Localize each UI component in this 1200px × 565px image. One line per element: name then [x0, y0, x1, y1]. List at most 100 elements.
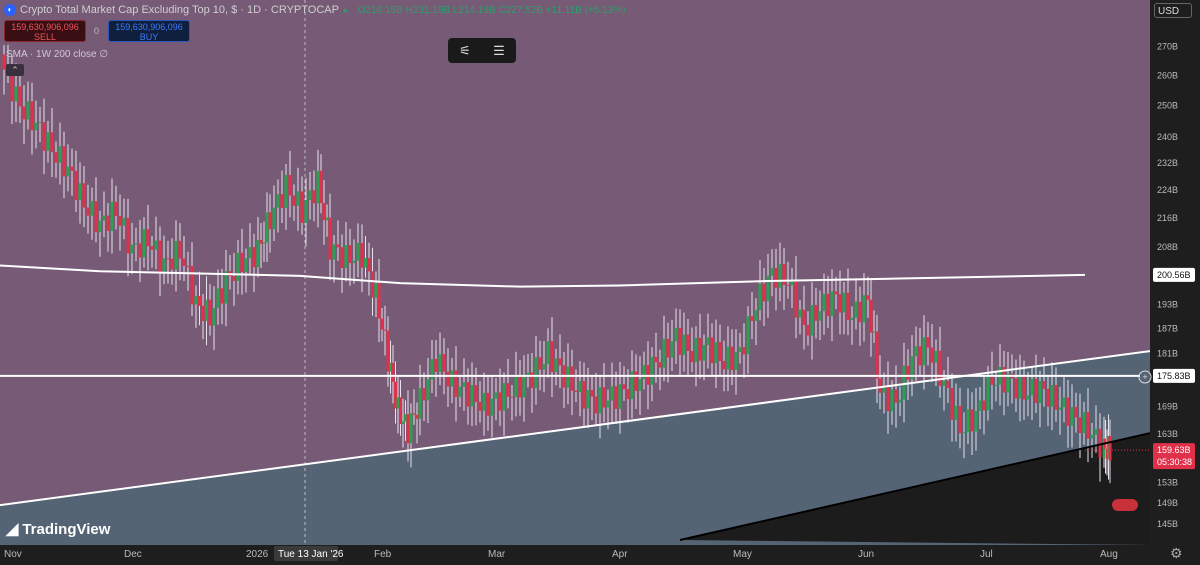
candle-body: [352, 260, 356, 264]
candle-body: [578, 380, 582, 393]
candle-body: [102, 215, 106, 221]
candle-body: [288, 175, 292, 196]
candle-body: [262, 242, 266, 244]
candle-body: [934, 350, 938, 363]
candle-body: [1014, 378, 1018, 399]
candle-body: [1058, 407, 1062, 410]
settings-gear-icon[interactable]: ⚙: [1170, 545, 1183, 562]
time-axis[interactable]: [0, 545, 1150, 565]
candle-body: [822, 293, 826, 312]
candle-body: [94, 201, 98, 233]
candle-body: [678, 327, 682, 355]
symbol-title[interactable]: Crypto Total Market Cap Excluding Top 10…: [20, 4, 339, 16]
candle-body: [862, 295, 866, 323]
candle-body: [898, 399, 902, 403]
ohlc-close: C227.52B: [498, 4, 543, 16]
candle-body: [276, 194, 280, 208]
buy-button[interactable]: 159,630,906,096 BUY: [108, 20, 190, 42]
candle-body: [336, 244, 340, 248]
time-axis-tick: Nov: [4, 549, 22, 560]
currency-selector[interactable]: USD: [1154, 3, 1192, 18]
candle-body: [902, 365, 906, 400]
candle-body: [810, 305, 814, 336]
sell-button[interactable]: 159,630,906,096 SELL: [4, 20, 86, 42]
candle-body: [918, 346, 922, 366]
candle-body: [1034, 378, 1038, 404]
candle-body: [114, 201, 118, 217]
candle-body: [154, 240, 158, 250]
candle-body: [26, 101, 30, 120]
price-axis-tick: 200.56B: [1157, 270, 1191, 280]
candle-body: [118, 216, 122, 226]
candle-body: [98, 220, 102, 233]
candle-body: [778, 264, 782, 288]
candle-body: [360, 242, 364, 268]
price-axis-tick: 232B: [1157, 158, 1178, 168]
time-axis-tick: Mar: [488, 549, 506, 560]
candle-body: [1108, 435, 1112, 461]
candle-body: [319, 170, 323, 204]
economic-events-icon[interactable]: [1112, 499, 1138, 511]
candle-body: [690, 350, 694, 363]
sell-price: 159,630,906,096: [11, 22, 79, 32]
drawing-toolbar[interactable]: ⚟ ☰: [448, 38, 516, 63]
candle-body: [224, 271, 228, 304]
candle-body: [248, 247, 252, 259]
settings-sliders-icon[interactable]: ⚟: [459, 43, 471, 59]
candle-body: [454, 370, 458, 397]
price-axis-tick: 153B: [1157, 478, 1178, 488]
collapse-legend-icon[interactable]: ⌃: [6, 64, 24, 76]
price-chart[interactable]: 270B 260B 250B 240B 232B 224B 216B 208B 200.56B 1…: [0, 0, 1200, 565]
candle-body: [850, 317, 854, 320]
candle-body: [412, 413, 416, 415]
candle-body: [1074, 406, 1078, 418]
candle-body: [986, 375, 990, 411]
candle-body: [814, 305, 818, 321]
candle-body: [201, 305, 205, 322]
candle-body: [942, 380, 946, 386]
candle-body: [418, 388, 422, 419]
candle-body: [466, 382, 470, 407]
candle-body: [654, 356, 658, 363]
candle-body: [367, 258, 371, 272]
candle-body: [399, 397, 402, 425]
time-axis-tick: Jun: [858, 549, 874, 560]
indicator-legend[interactable]: SMA · 1W 200 close ∅: [6, 49, 108, 60]
candle-body: [170, 258, 174, 270]
tradingview-logo[interactable]: ◢ TradingView: [6, 519, 110, 539]
candle-body: [782, 264, 786, 285]
candle-body: [686, 334, 690, 351]
candle-body: [146, 229, 150, 247]
candle-body: [838, 294, 842, 313]
candle-body: [610, 386, 614, 401]
candle-body: [498, 392, 502, 411]
brand-name: TradingView: [22, 520, 111, 538]
candle-body: [674, 327, 678, 342]
candle-body: [1070, 406, 1074, 426]
candle-body: [240, 252, 244, 273]
time-axis-tick: Tue 13 Jan '26: [278, 549, 344, 560]
candle-body: [272, 207, 276, 230]
candle-body: [380, 318, 384, 330]
filter-sliders-icon[interactable]: ☰: [493, 43, 505, 59]
candle-body: [570, 366, 574, 391]
time-axis-tick: Dec: [124, 549, 142, 560]
candle-body: [994, 384, 998, 386]
candle-body: [284, 175, 288, 208]
ohlc-open: O216.15B: [357, 4, 403, 16]
buy-label: BUY: [139, 32, 159, 42]
ohlc-values: O216.15B H231.19B L214.19B C227.52B +11.…: [358, 5, 626, 16]
candle-body: [377, 283, 381, 319]
candle-body: [602, 387, 606, 408]
candle-body: [890, 389, 894, 412]
candle-body: [208, 299, 212, 326]
candle-body: [142, 229, 146, 258]
spread-value: 0: [94, 26, 100, 36]
candle-body: [694, 337, 698, 363]
candle-body: [950, 387, 954, 420]
candle-body: [62, 146, 66, 177]
price-axis-tick: 145B: [1157, 519, 1178, 529]
tradingview-mark-icon: ◢: [6, 521, 19, 538]
candle-body: [18, 86, 22, 107]
candle-body: [46, 132, 50, 151]
